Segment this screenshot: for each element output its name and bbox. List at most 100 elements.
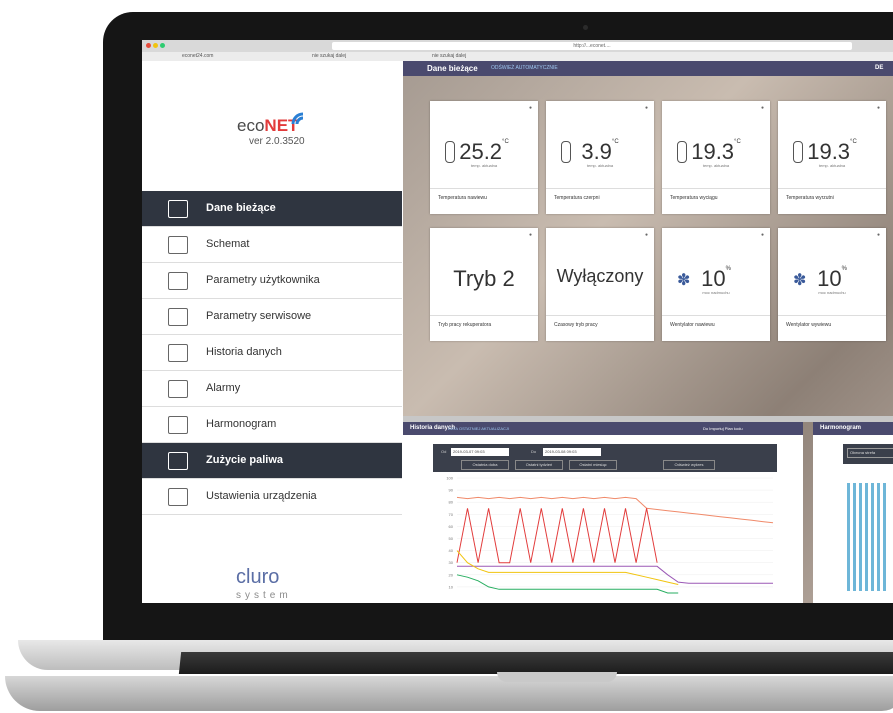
divider	[662, 315, 770, 316]
sidebar-item-label: Historia danych	[206, 346, 282, 358]
device-settings-icon	[168, 488, 188, 506]
history-controls: Od 2019-03-07 09:03 Do 2019-03-08 09:03 …	[433, 444, 777, 472]
sidebar-item-label: Dane bieżące	[206, 202, 276, 214]
sidebar-item-parametry-uzytkownika[interactable]: Parametry użytkownika	[142, 263, 402, 299]
fuel-usage-icon	[168, 452, 188, 470]
tile-temp-czerpni[interactable]: ● 3.9°C temp. aktualna Temperatura czerp…	[546, 101, 654, 214]
last-week-button[interactable]: Ostatni tydzień	[515, 460, 563, 470]
sidebar-item-schemat[interactable]: Schemat	[142, 227, 402, 263]
eye-icon[interactable]: ●	[645, 105, 648, 111]
laptop-base-bottom	[5, 676, 893, 711]
tile-caption: Temperatura wyrzutni	[786, 195, 834, 201]
from-date-input[interactable]: 2019-03-07 09:03	[451, 448, 509, 456]
eye-icon[interactable]: ●	[877, 232, 880, 238]
tile-value: 10%	[701, 266, 731, 291]
tile-sub: moc nadmuchu	[702, 290, 730, 295]
last-month-button[interactable]: Ostatni miesiąc	[569, 460, 617, 470]
browser-tab[interactable]: nie szukaj dalej	[432, 53, 466, 59]
tile-caption: Temperatura nawiewu	[438, 195, 487, 201]
minimize-window-icon[interactable]	[153, 43, 158, 48]
sidebar-item-harmonogram[interactable]: Harmonogram	[142, 407, 402, 443]
tile-sub: temp. aktualna	[818, 163, 846, 168]
y-tick-label: 80	[449, 500, 454, 505]
maximize-window-icon[interactable]	[160, 43, 165, 48]
eye-icon[interactable]: ●	[761, 232, 764, 238]
last-day-button[interactable]: Ostatnia doba	[461, 460, 509, 470]
sidebar-item-parametry-serwisowe[interactable]: Parametry serwisowe	[142, 299, 402, 335]
tile-sub: temp. aktualna	[470, 163, 498, 168]
browser-tab[interactable]: econet24.com	[182, 53, 213, 59]
wifi-icon	[291, 112, 304, 125]
tile-caption: Temperatura wyciągu	[670, 195, 718, 201]
tile-caption: Wentylator nawiewu	[670, 322, 715, 328]
to-date-input[interactable]: 2019-03-08 09:03	[543, 448, 601, 456]
sidebar-item-dane-biezace[interactable]: Dane bieżące	[142, 191, 402, 227]
series-line-0	[456, 496, 774, 524]
tile-value: 19.3°C	[807, 139, 857, 164]
history-chart-svg: 100 90 80 70 60 50 40 30 20 10	[446, 476, 774, 594]
tile-value: Tryb 2	[453, 266, 515, 291]
eye-icon[interactable]: ●	[645, 232, 648, 238]
harmonogram-bar	[883, 483, 886, 591]
tile-value: 10%	[817, 266, 847, 291]
sidebar-item-historia-danych[interactable]: Historia danych	[142, 335, 402, 371]
divider	[546, 188, 654, 189]
from-label: Od	[441, 449, 447, 454]
current-zone-button[interactable]: Obecna strefa	[847, 448, 893, 458]
divider	[546, 315, 654, 316]
tile-temp-wyrzutni[interactable]: ● 19.3°C temp. aktualna Temperatura wyrz…	[778, 101, 886, 214]
eye-icon[interactable]: ●	[761, 105, 764, 111]
tile-value: Wyłączony	[556, 266, 644, 286]
divider	[662, 188, 770, 189]
harmonogram-header: Harmonogram	[813, 422, 893, 435]
screen: http://...econet.... econet24.com nie sz…	[142, 40, 893, 603]
eye-icon[interactable]: ●	[877, 105, 880, 111]
url-bar[interactable]: http://...econet....	[332, 42, 852, 50]
y-tick-label: 30	[449, 560, 454, 565]
tile-czasowy-tryb[interactable]: ● Wyłączony Czasowy tryb pracy	[546, 228, 654, 341]
sidebar-item-label: Parametry użytkownika	[206, 274, 320, 286]
header-right[interactable]: DE	[875, 61, 883, 76]
harmonogram-title: Harmonogram	[820, 425, 862, 431]
harmonogram-bar	[865, 483, 868, 591]
tile-value: 3.9°C	[581, 139, 619, 164]
version-label: ver 2.0.3520	[249, 136, 305, 147]
main-panel: Dane bieżące ODŚWIEŻ AUTOMATYCZNIE DE ● …	[403, 61, 893, 603]
browser-tab[interactable]: nie szukaj dalej	[312, 53, 346, 59]
sidebar-item-ustawienia-urzadzenia[interactable]: Ustawienia urządzenia	[142, 479, 402, 515]
tile-wentylator-nawiewu[interactable]: ● ✽ 10% moc nadmuchu Wentylator nawiewu	[662, 228, 770, 341]
tile-temp-wyciagu[interactable]: ● 19.3°C temp. aktualna Temperatura wyci…	[662, 101, 770, 214]
history-icon	[168, 344, 188, 362]
eye-icon[interactable]: ●	[529, 105, 532, 111]
sidebar-item-label: Ustawienia urządzenia	[206, 490, 317, 502]
series-line-4	[456, 574, 679, 594]
eye-icon[interactable]: ●	[529, 232, 532, 238]
sidebar-item-alarmy[interactable]: Alarmy	[142, 371, 402, 407]
tile-caption: Wentylator wywiewu	[786, 322, 832, 328]
laptop-keyboard-edge	[178, 652, 893, 674]
tile-sub: moc nadmuchu	[818, 290, 846, 295]
history-actions[interactable]: Do Importuj Plan kodu	[703, 422, 743, 435]
harmonogram-bar	[859, 483, 862, 591]
history-header: Historia danych DATA OSTATNIEJ AKTUALIZA…	[403, 422, 803, 435]
cluro-logo-sub: system	[236, 590, 292, 601]
tile-caption: Temperatura czerpni	[554, 195, 600, 201]
close-window-icon[interactable]	[146, 43, 151, 48]
browser-tabs: econet24.com nie szukaj dalej nie szukaj…	[142, 52, 893, 61]
divider	[430, 188, 538, 189]
page-title: Dane bieżące	[427, 64, 478, 73]
sidebar-item-label: Zużycie paliwa	[206, 454, 284, 466]
tile-caption: Tryb pracy rekuperatora	[438, 322, 492, 328]
webcam	[583, 25, 588, 30]
tile-tryb-pracy[interactable]: ● Tryb 2 Tryb pracy rekuperatora	[430, 228, 538, 341]
tile-wentylator-wywiewu[interactable]: ● ✽ 10% moc nadmuchu Wentylator wywiewu	[778, 228, 886, 341]
y-tick-label: 10	[449, 584, 454, 589]
divider	[430, 315, 538, 316]
tile-temp-nawiewu[interactable]: ● 25.2°C temp. aktualna Temperatura nawi…	[430, 101, 538, 214]
house-icon	[168, 200, 188, 218]
harmonogram-bar	[847, 483, 850, 591]
auto-refresh-link[interactable]: ODŚWIEŻ AUTOMATYCZNIE	[491, 61, 558, 76]
sidebar-item-zuzycie-paliwa[interactable]: Zużycie paliwa	[142, 443, 402, 479]
refresh-chart-button[interactable]: Odśwież wykres	[663, 460, 715, 470]
y-tick-label: 100	[446, 476, 453, 481]
